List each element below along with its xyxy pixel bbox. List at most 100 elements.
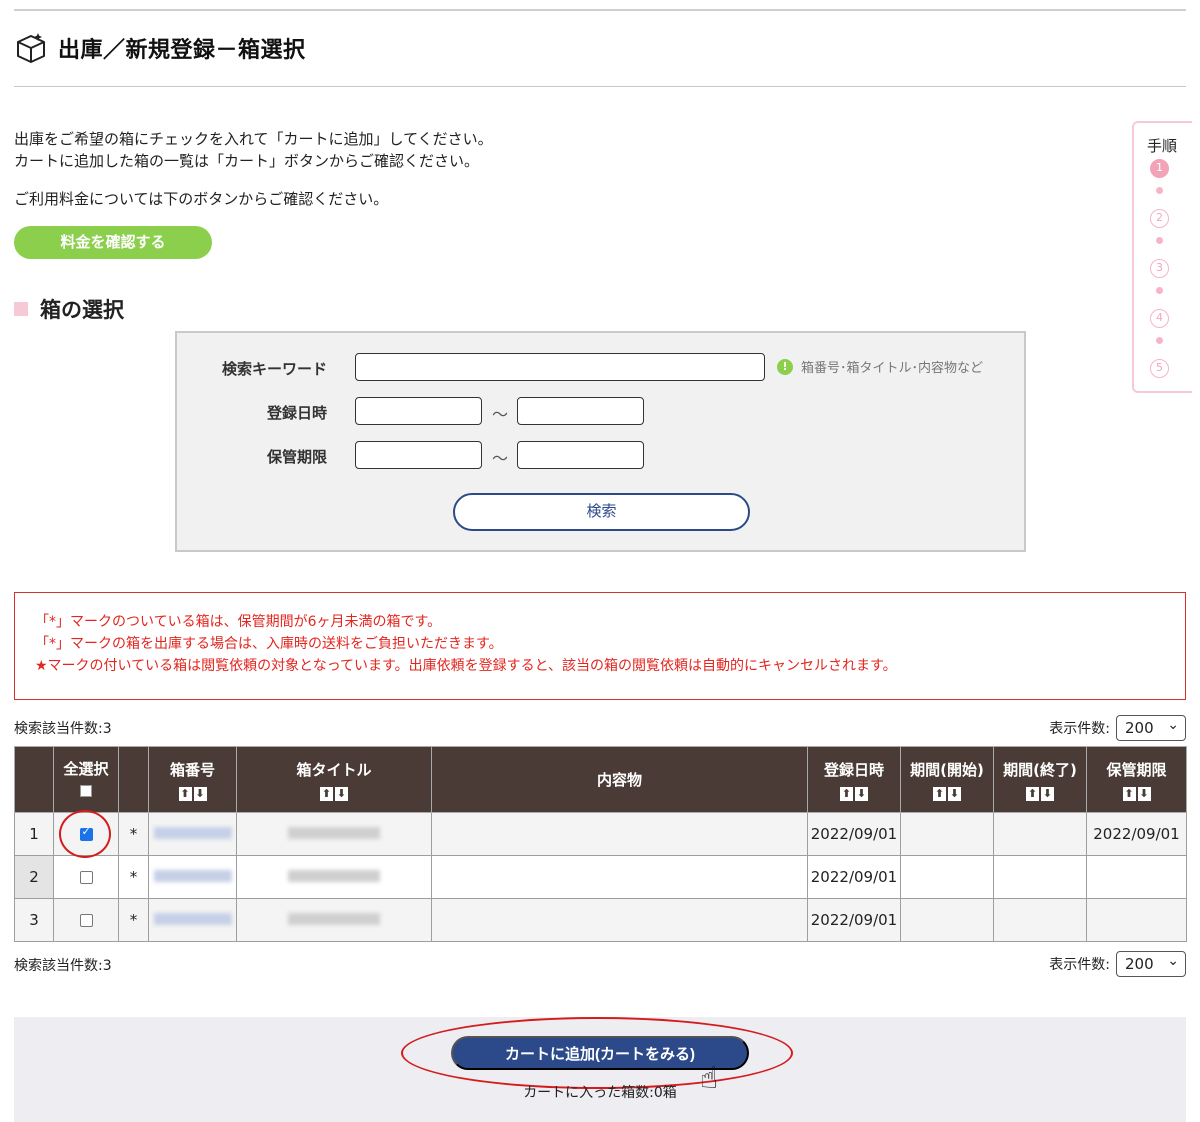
period-end-header: 期間(終了) bbox=[1003, 760, 1077, 779]
row-number: 3 bbox=[14, 898, 54, 942]
info-icon: ! bbox=[777, 358, 793, 375]
blurred-box-title bbox=[288, 827, 380, 839]
row-number: 1 bbox=[14, 812, 54, 856]
sort-desc-icon[interactable]: ⬇ bbox=[335, 786, 348, 801]
col-box-no: 箱番号 ⬆ ⬇ bbox=[148, 746, 237, 813]
row-storage-limit bbox=[1086, 855, 1187, 899]
table-row: 3 * 2022/09/01 bbox=[14, 898, 1187, 942]
section-title: 箱の選択 bbox=[40, 298, 124, 322]
notice-box: 「*」マークのついている箱は、保管期間が6ヶ月未満の箱です。 「*」マークの箱を… bbox=[14, 592, 1186, 700]
row-mark: * bbox=[118, 812, 149, 856]
sort-desc-icon[interactable]: ⬇ bbox=[855, 786, 868, 801]
blurred-box-no bbox=[153, 870, 232, 882]
cart-bar: カートに追加(カートをみる) カートに入った箱数:0箱 ☝ bbox=[14, 1017, 1186, 1122]
col-reg-date: 登録日時 ⬆ ⬇ bbox=[807, 746, 901, 813]
reg-date-header: 登録日時 bbox=[823, 760, 884, 779]
reg-date-label: 登録日時 bbox=[266, 404, 327, 422]
row-checkbox[interactable] bbox=[79, 871, 93, 884]
blurred-box-title bbox=[288, 913, 380, 925]
blurred-box-no bbox=[153, 913, 232, 925]
row-box-no[interactable] bbox=[148, 898, 237, 942]
highlight-circle-checkbox bbox=[59, 810, 111, 858]
reg-date-separator: ～ bbox=[492, 405, 509, 424]
table-header-row: 全選択 箱番号 ⬆ ⬇ 箱タイトル ⬆ ⬇ 内容物 登録日時 ⬆ ⬇ 期間(開始) ⬆… bbox=[14, 746, 1187, 813]
col-box-title: 箱タイトル ⬆ ⬇ bbox=[236, 746, 432, 813]
col-mark bbox=[118, 746, 149, 813]
page-title: 出庫／新規登録－箱選択 bbox=[58, 38, 306, 63]
row-contents bbox=[431, 812, 808, 856]
hand-cursor-icon: ☝ bbox=[700, 1061, 719, 1096]
section-marker bbox=[14, 302, 28, 316]
step-dot bbox=[1156, 287, 1163, 294]
row-storage-limit bbox=[1086, 898, 1187, 942]
sort-desc-icon[interactable]: ⬇ bbox=[948, 786, 961, 801]
per-page-select-top[interactable]: 200 bbox=[1116, 713, 1186, 741]
row-contents bbox=[431, 898, 808, 942]
row-period-start bbox=[900, 812, 994, 856]
step-5: 5 bbox=[1150, 359, 1169, 378]
row-box-no[interactable] bbox=[148, 812, 237, 856]
row-mark: * bbox=[118, 898, 149, 942]
per-page-bottom: 表示件数: 200 bbox=[1049, 949, 1186, 977]
step-1: 1 bbox=[1150, 159, 1169, 178]
row-checkbox[interactable] bbox=[79, 914, 93, 927]
sort-asc-icon[interactable]: ⬆ bbox=[1026, 786, 1039, 801]
intro-line-1: 出庫をご希望の箱にチェックを入れて「カートに追加」してください。 bbox=[14, 130, 493, 148]
period-start-header: 期間(開始) bbox=[910, 760, 984, 779]
step-dot bbox=[1156, 337, 1163, 344]
sort-asc-icon[interactable]: ⬆ bbox=[1122, 786, 1136, 801]
col-select-all: 全選択 bbox=[53, 746, 119, 813]
step-dot bbox=[1156, 237, 1163, 244]
row-mark: * bbox=[118, 855, 149, 899]
search-button[interactable]: 検索 bbox=[453, 493, 750, 531]
sort-asc-icon[interactable]: ⬆ bbox=[840, 786, 853, 801]
per-page-select-bottom[interactable]: 200 bbox=[1116, 949, 1186, 977]
result-count-top: 検索該当件数:3 bbox=[14, 721, 112, 737]
row-contents bbox=[431, 855, 808, 899]
step-label: 手順 bbox=[1146, 137, 1177, 155]
select-all-label: 全選択 bbox=[63, 760, 109, 778]
row-storage-limit: 2022/09/01 bbox=[1086, 812, 1187, 856]
row-period-end bbox=[993, 812, 1087, 856]
intro-line-2: カートに追加した箱の一覧は「カート」ボタンからご確認ください。 bbox=[14, 152, 480, 170]
row-box-no[interactable] bbox=[148, 855, 237, 899]
row-period-start bbox=[900, 898, 994, 942]
check-fee-button[interactable]: 料金を確認する bbox=[14, 226, 212, 259]
storage-from-input[interactable] bbox=[355, 441, 482, 469]
page-header: 出庫／新規登録－箱選択 bbox=[14, 30, 306, 66]
notice-line-1: 「*」マークのついている箱は、保管期間が6ヶ月未満の箱です。 bbox=[35, 614, 442, 630]
reg-date-to-input[interactable] bbox=[517, 397, 644, 425]
storage-separator: ～ bbox=[492, 449, 509, 468]
storage-to-input[interactable] bbox=[517, 441, 644, 469]
sort-desc-icon[interactable]: ⬇ bbox=[1137, 786, 1151, 801]
row-reg-date: 2022/09/01 bbox=[807, 812, 901, 856]
keyword-hint: ! 箱番号･箱タイトル･内容物など bbox=[777, 357, 983, 376]
per-page-label: 表示件数: bbox=[1049, 957, 1110, 973]
col-period-start: 期間(開始) ⬆ ⬇ bbox=[900, 746, 994, 813]
row-reg-date: 2022/09/01 bbox=[807, 898, 901, 942]
intro-line-3: ご利用料金については下のボタンからご確認ください。 bbox=[14, 190, 389, 208]
sort-asc-icon[interactable]: ⬆ bbox=[178, 786, 192, 801]
row-box-title bbox=[236, 812, 432, 856]
step-4: 4 bbox=[1150, 309, 1169, 328]
sort-asc-icon[interactable]: ⬆ bbox=[933, 786, 946, 801]
cart-count: カートに入った箱数:0箱 bbox=[523, 1085, 677, 1101]
reg-date-from-input[interactable] bbox=[355, 397, 482, 425]
per-page-label: 表示件数: bbox=[1049, 721, 1110, 737]
row-select-cell bbox=[53, 898, 119, 942]
row-box-title bbox=[236, 898, 432, 942]
select-all-checkbox[interactable] bbox=[80, 785, 92, 797]
row-box-title bbox=[236, 855, 432, 899]
step-2: 2 bbox=[1150, 209, 1169, 228]
step-indicator: 手順 1 2 3 4 5 bbox=[1132, 121, 1192, 393]
blurred-box-no bbox=[153, 827, 232, 839]
sort-desc-icon[interactable]: ⬇ bbox=[1041, 786, 1054, 801]
per-page-top: 表示件数: 200 bbox=[1049, 713, 1186, 741]
sort-asc-icon[interactable]: ⬆ bbox=[320, 786, 333, 801]
keyword-input[interactable] bbox=[355, 353, 765, 381]
sort-desc-icon[interactable]: ⬇ bbox=[193, 786, 207, 801]
section-header: 箱の選択 bbox=[14, 294, 124, 324]
row-number: 2 bbox=[14, 855, 54, 899]
row-reg-date: 2022/09/01 bbox=[807, 855, 901, 899]
step-3: 3 bbox=[1150, 259, 1169, 278]
